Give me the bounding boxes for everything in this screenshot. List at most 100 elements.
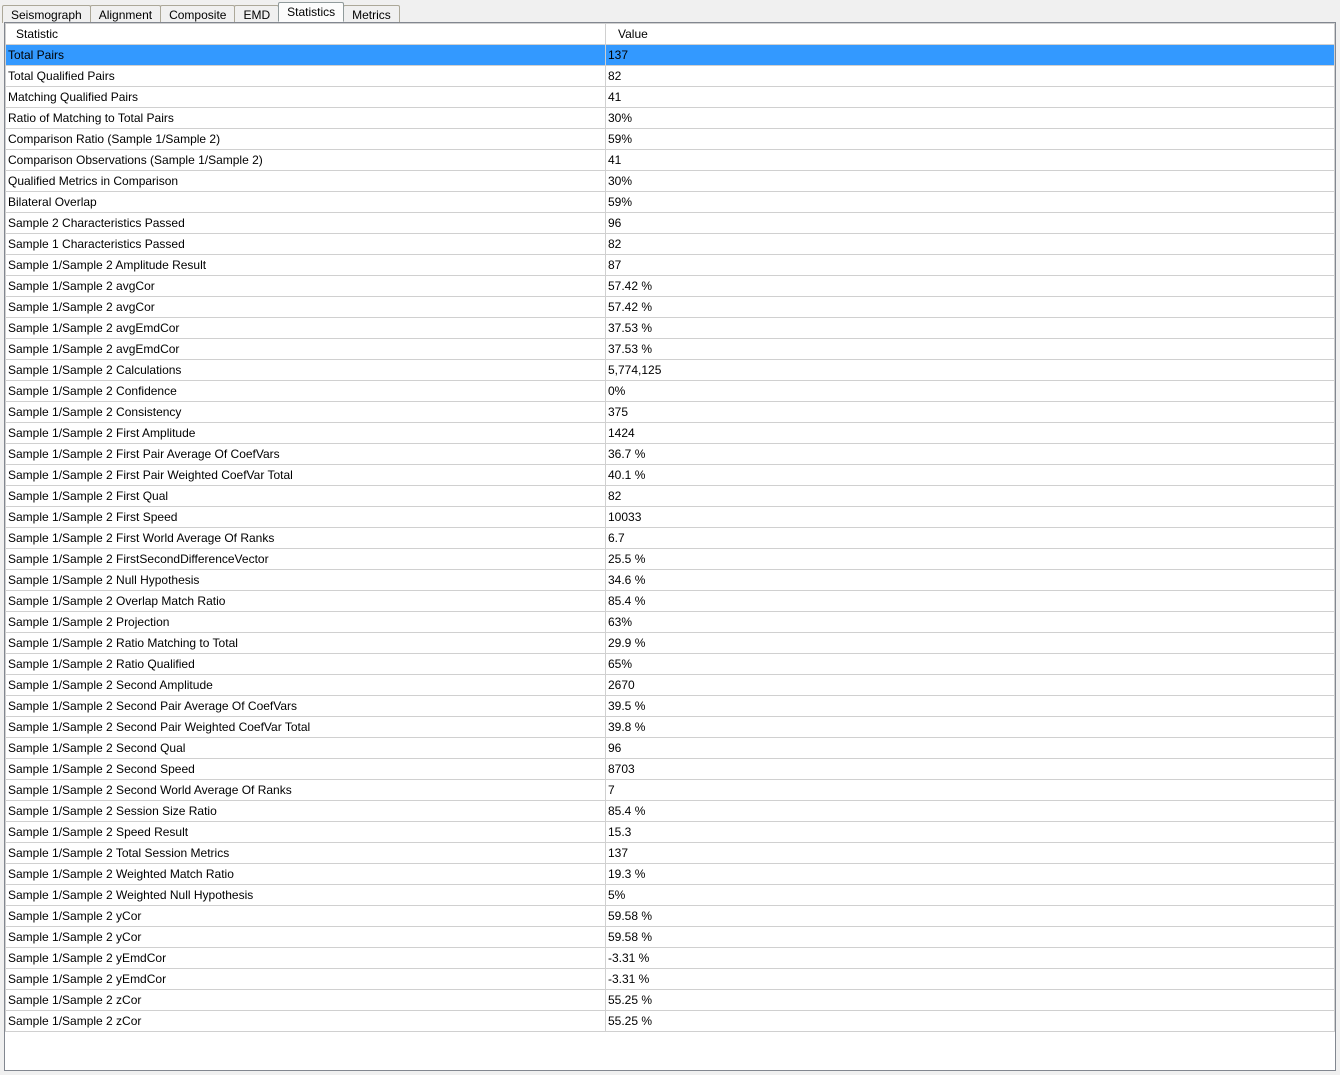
table-row[interactable]: Sample 2 Characteristics Passed96 (6, 213, 1335, 234)
cell-statistic: Sample 1/Sample 2 Weighted Null Hypothes… (6, 885, 606, 906)
table-row[interactable]: Sample 1/Sample 2 Second Pair Average Of… (6, 696, 1335, 717)
table-row[interactable]: Sample 1/Sample 2 Second Qual96 (6, 738, 1335, 759)
table-row[interactable]: Sample 1/Sample 2 Amplitude Result87 (6, 255, 1335, 276)
table-row[interactable]: Sample 1/Sample 2 Confidence0% (6, 381, 1335, 402)
cell-value: 82 (606, 66, 1335, 87)
cell-statistic: Sample 1/Sample 2 Total Session Metrics (6, 843, 606, 864)
cell-statistic: Sample 1/Sample 2 Speed Result (6, 822, 606, 843)
table-row[interactable]: Sample 1/Sample 2 yEmdCor-3.31 % (6, 948, 1335, 969)
table-row[interactable]: Sample 1/Sample 2 FirstSecondDifferenceV… (6, 549, 1335, 570)
table-row[interactable]: Comparison Ratio (Sample 1/Sample 2)59% (6, 129, 1335, 150)
table-row[interactable]: Sample 1/Sample 2 Weighted Match Ratio19… (6, 864, 1335, 885)
cell-value: 7 (606, 780, 1335, 801)
cell-statistic: Sample 1/Sample 2 Second Pair Weighted C… (6, 717, 606, 738)
table-row[interactable]: Sample 1/Sample 2 Session Size Ratio85.4… (6, 801, 1335, 822)
table-row[interactable]: Sample 1/Sample 2 yCor59.58 % (6, 927, 1335, 948)
table-row[interactable]: Sample 1/Sample 2 First Amplitude1424 (6, 423, 1335, 444)
cell-value: 5,774,125 (606, 360, 1335, 381)
cell-statistic: Sample 1/Sample 2 yCor (6, 906, 606, 927)
cell-statistic: Ratio of Matching to Total Pairs (6, 108, 606, 129)
cell-value: 55.25 % (606, 990, 1335, 1011)
cell-statistic: Sample 1/Sample 2 First Qual (6, 486, 606, 507)
cell-statistic: Sample 1/Sample 2 Second World Average O… (6, 780, 606, 801)
table-row[interactable]: Sample 1/Sample 2 Ratio Qualified65% (6, 654, 1335, 675)
cell-statistic: Sample 1/Sample 2 Second Amplitude (6, 675, 606, 696)
cell-value: 25.5 % (606, 549, 1335, 570)
cell-statistic: Sample 1/Sample 2 Second Qual (6, 738, 606, 759)
table-row[interactable]: Sample 1/Sample 2 zCor55.25 % (6, 990, 1335, 1011)
cell-value: 65% (606, 654, 1335, 675)
table-row[interactable]: Sample 1/Sample 2 yCor59.58 % (6, 906, 1335, 927)
table-row[interactable]: Total Qualified Pairs82 (6, 66, 1335, 87)
cell-statistic: Total Qualified Pairs (6, 66, 606, 87)
table-row[interactable]: Sample 1/Sample 2 Ratio Matching to Tota… (6, 633, 1335, 654)
table-row[interactable]: Bilateral Overlap59% (6, 192, 1335, 213)
cell-statistic: Sample 2 Characteristics Passed (6, 213, 606, 234)
cell-statistic: Sample 1/Sample 2 zCor (6, 990, 606, 1011)
table-row[interactable]: Matching Qualified Pairs41 (6, 87, 1335, 108)
table-row[interactable]: Sample 1/Sample 2 Weighted Null Hypothes… (6, 885, 1335, 906)
cell-value: 82 (606, 486, 1335, 507)
table-row[interactable]: Total Pairs137 (6, 45, 1335, 66)
table-row[interactable]: Sample 1/Sample 2 Calculations5,774,125 (6, 360, 1335, 381)
table-row[interactable]: Sample 1/Sample 2 First Speed10033 (6, 507, 1335, 528)
table-scroll-area[interactable]: Statistic Value Total Pairs137Total Qual… (5, 23, 1335, 1070)
table-row[interactable]: Sample 1/Sample 2 Projection63% (6, 612, 1335, 633)
cell-value: 39.8 % (606, 717, 1335, 738)
tab-composite[interactable]: Composite (160, 5, 235, 23)
cell-value: 30% (606, 108, 1335, 129)
table-row[interactable]: Qualified Metrics in Comparison30% (6, 171, 1335, 192)
cell-value: 82 (606, 234, 1335, 255)
cell-value: 137 (606, 843, 1335, 864)
table-row[interactable]: Sample 1/Sample 2 Second Speed8703 (6, 759, 1335, 780)
cell-statistic: Total Pairs (6, 45, 606, 66)
table-row[interactable]: Sample 1/Sample 2 First Pair Weighted Co… (6, 465, 1335, 486)
cell-value: 1424 (606, 423, 1335, 444)
table-row[interactable]: Sample 1 Characteristics Passed82 (6, 234, 1335, 255)
cell-statistic: Sample 1/Sample 2 Ratio Qualified (6, 654, 606, 675)
cell-value: 41 (606, 150, 1335, 171)
tab-seismograph[interactable]: Seismograph (2, 5, 91, 23)
cell-value: 34.6 % (606, 570, 1335, 591)
tab-alignment[interactable]: Alignment (90, 5, 161, 23)
table-row[interactable]: Ratio of Matching to Total Pairs30% (6, 108, 1335, 129)
table-row[interactable]: Sample 1/Sample 2 avgCor57.42 % (6, 297, 1335, 318)
cell-value: 57.42 % (606, 276, 1335, 297)
table-row[interactable]: Sample 1/Sample 2 First World Average Of… (6, 528, 1335, 549)
cell-value: 59% (606, 129, 1335, 150)
table-row[interactable]: Sample 1/Sample 2 avgEmdCor37.53 % (6, 318, 1335, 339)
table-row[interactable]: Sample 1/Sample 2 Total Session Metrics1… (6, 843, 1335, 864)
tab-metrics[interactable]: Metrics (343, 5, 400, 23)
col-header-statistic[interactable]: Statistic (6, 24, 606, 45)
table-row[interactable]: Sample 1/Sample 2 yEmdCor-3.31 % (6, 969, 1335, 990)
table-row[interactable]: Sample 1/Sample 2 Second Pair Weighted C… (6, 717, 1335, 738)
table-row[interactable]: Sample 1/Sample 2 First Pair Average Of … (6, 444, 1335, 465)
cell-statistic: Comparison Ratio (Sample 1/Sample 2) (6, 129, 606, 150)
table-row[interactable]: Sample 1/Sample 2 Null Hypothesis34.6 % (6, 570, 1335, 591)
table-row[interactable]: Sample 1/Sample 2 Consistency375 (6, 402, 1335, 423)
table-row[interactable]: Sample 1/Sample 2 Overlap Match Ratio85.… (6, 591, 1335, 612)
table-row[interactable]: Sample 1/Sample 2 zCor55.25 % (6, 1011, 1335, 1032)
cell-statistic: Sample 1/Sample 2 Projection (6, 612, 606, 633)
cell-value: 85.4 % (606, 801, 1335, 822)
cell-statistic: Sample 1/Sample 2 avgEmdCor (6, 339, 606, 360)
cell-statistic: Qualified Metrics in Comparison (6, 171, 606, 192)
tab-statistics[interactable]: Statistics (278, 2, 344, 22)
cell-statistic: Sample 1/Sample 2 Overlap Match Ratio (6, 591, 606, 612)
table-row[interactable]: Sample 1/Sample 2 Second World Average O… (6, 780, 1335, 801)
table-row[interactable]: Sample 1/Sample 2 avgEmdCor37.53 % (6, 339, 1335, 360)
tab-emd[interactable]: EMD (234, 5, 279, 23)
cell-statistic: Sample 1/Sample 2 First Amplitude (6, 423, 606, 444)
table-row[interactable]: Sample 1/Sample 2 Speed Result15.3 (6, 822, 1335, 843)
table-row[interactable]: Sample 1/Sample 2 Second Amplitude2670 (6, 675, 1335, 696)
cell-value: 10033 (606, 507, 1335, 528)
table-header-row: Statistic Value (6, 24, 1335, 45)
tab-strip: SeismographAlignmentCompositeEMDStatisti… (0, 0, 1340, 22)
table-row[interactable]: Sample 1/Sample 2 First Qual82 (6, 486, 1335, 507)
cell-value: 96 (606, 213, 1335, 234)
cell-statistic: Sample 1/Sample 2 avgCor (6, 276, 606, 297)
col-header-value[interactable]: Value (606, 24, 1335, 45)
table-row[interactable]: Comparison Observations (Sample 1/Sample… (6, 150, 1335, 171)
table-row[interactable]: Sample 1/Sample 2 avgCor57.42 % (6, 276, 1335, 297)
cell-value: 59% (606, 192, 1335, 213)
